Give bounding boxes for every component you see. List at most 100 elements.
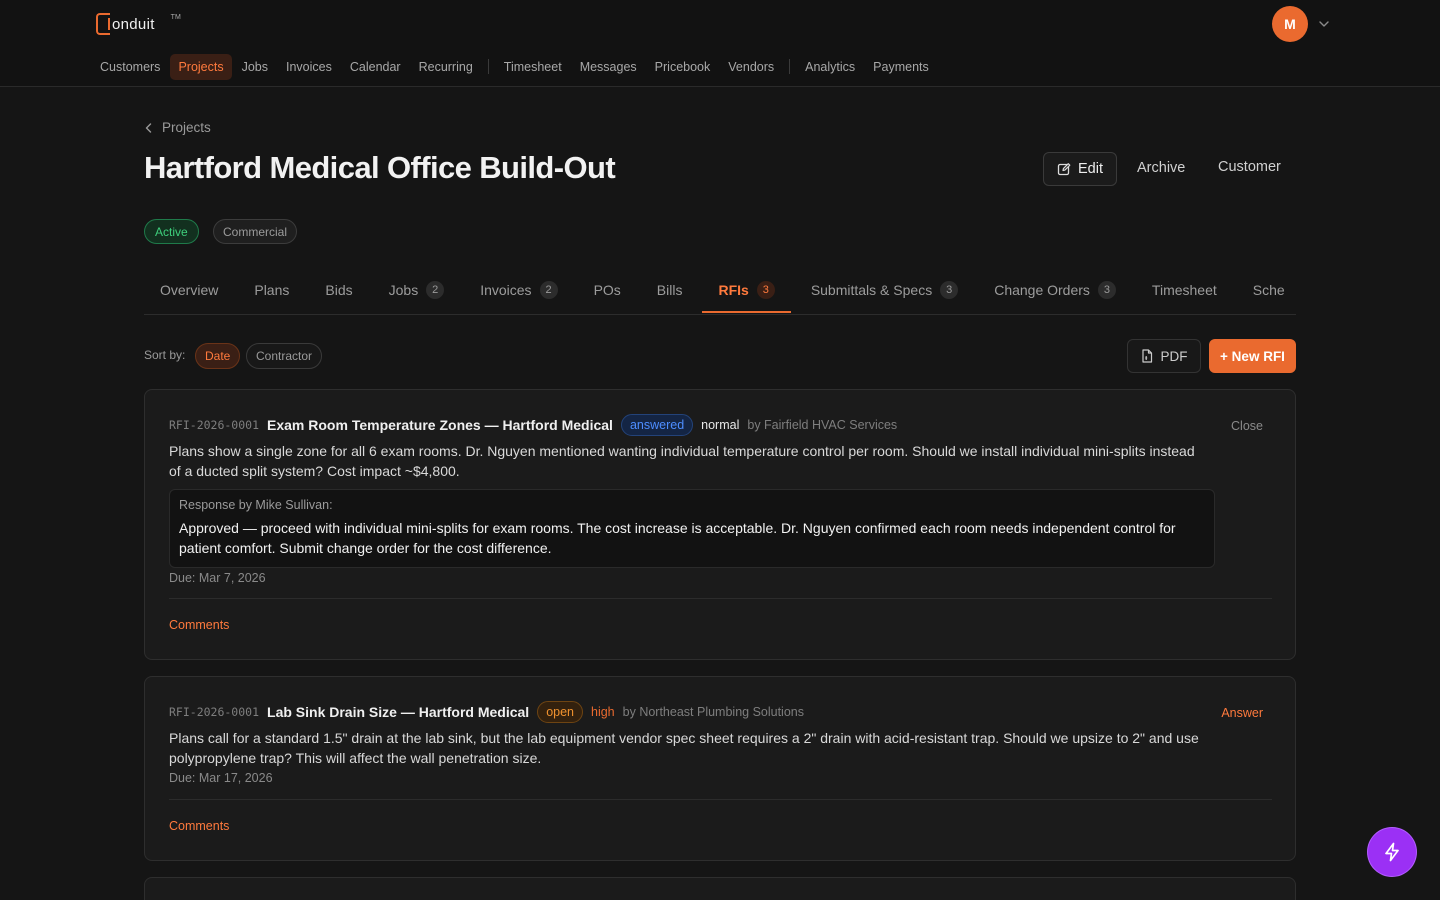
tab-label: Sche — [1252, 282, 1285, 298]
tab-timesheet[interactable]: Timesheet — [1136, 268, 1233, 312]
tab-submittals-specs[interactable]: Submittals & Specs 3 — [795, 268, 974, 312]
lightning-icon — [1385, 842, 1399, 862]
logo-trademark: TM — [170, 14, 181, 21]
nav-payments[interactable]: Payments — [865, 54, 937, 80]
tab-label: RFIs — [718, 282, 749, 298]
rfi-title[interactable]: Lab Sink Drain Size — Hartford Medical — [267, 704, 529, 720]
card-divider — [169, 799, 1272, 800]
tab-label: Overview — [160, 282, 219, 298]
tab-label: Bids — [325, 282, 353, 298]
tab-label: Jobs — [388, 282, 419, 298]
tab-bids[interactable]: Bids — [309, 268, 368, 312]
sort-by-contractor-chip[interactable]: Contractor — [246, 343, 323, 369]
close-rfi-button[interactable]: Close — [1231, 419, 1263, 433]
rfi-card: RFI-2026-0001 Lab Sink Drain Size — Hart… — [144, 676, 1296, 861]
comments-link[interactable]: Comments — [169, 618, 229, 632]
rfi-number: RFI-2026-0001 — [169, 705, 260, 719]
project-tabs: Overview Plans Bids Jobs 2 Invoices 2 POs … — [144, 268, 1296, 315]
response-text: Approved — proceed with individual mini-… — [179, 520, 1176, 556]
tab-label: Plans — [254, 282, 290, 298]
tab-label: POs — [593, 282, 621, 298]
tab-plans[interactable]: Plans — [238, 268, 305, 312]
rfi-card-header: RFI-2026-0001 Exam Room Temperature Zone… — [169, 414, 897, 436]
new-rfi-button[interactable]: + New RFI — [1209, 339, 1296, 373]
tab-count-badge: 3 — [940, 281, 959, 299]
tab-label: Change Orders — [994, 282, 1090, 298]
tab-schedule[interactable]: Sche — [1237, 268, 1296, 312]
tab-invoices[interactable]: Invoices 2 — [464, 268, 573, 312]
logo[interactable]: onduit TM — [96, 13, 181, 35]
file-icon — [1141, 349, 1152, 363]
nav-analytics[interactable]: Analytics — [797, 54, 863, 80]
page-title: Hartford Medical Office Build-Out — [144, 150, 616, 185]
tab-label: Invoices — [480, 282, 532, 298]
rfi-status-badge: answered — [620, 414, 694, 436]
rfi-priority: normal — [701, 418, 740, 432]
answer-rfi-button[interactable]: Answer — [1221, 706, 1263, 720]
sort-by-date-chip[interactable]: Date — [195, 343, 241, 369]
tab-bills[interactable]: Bills — [641, 268, 699, 312]
assistant-fab-button[interactable] — [1368, 828, 1416, 876]
edit-icon — [1057, 163, 1071, 176]
status-badge: Active — [144, 219, 199, 244]
nav-vendors[interactable]: Vendors — [720, 54, 782, 80]
rfi-card-header: RFI-2026-0001 Lab Sink Drain Size — Hart… — [169, 701, 804, 723]
nav-pricebook[interactable]: Pricebook — [647, 54, 719, 80]
rfi-card — [144, 877, 1296, 900]
tab-count-badge: 3 — [756, 281, 775, 299]
avatar[interactable]: M — [1272, 6, 1308, 42]
export-pdf-button[interactable]: PDF — [1127, 339, 1201, 373]
project-type-badge: Commercial — [213, 219, 298, 244]
rfi-due-date: Due: Mar 17, 2026 — [169, 771, 273, 785]
nav-jobs[interactable]: Jobs — [234, 54, 276, 80]
chevron-left-icon — [145, 122, 152, 133]
card-divider — [169, 598, 1272, 599]
rfi-contractor: by Northeast Plumbing Solutions — [622, 705, 804, 719]
pdf-button-label: PDF — [1160, 348, 1188, 364]
tab-pos[interactable]: POs — [578, 268, 637, 312]
back-to-projects-link[interactable]: Projects — [144, 120, 211, 135]
back-link-label: Projects — [162, 120, 211, 135]
main-nav: Customers Projects Jobs Invoices Calenda… — [92, 52, 939, 81]
top-header: onduit TM M Customers Projects Jobs Invo… — [0, 0, 1440, 87]
nav-timesheet[interactable]: Timesheet — [496, 54, 570, 80]
rfi-number: RFI-2026-0001 — [169, 418, 260, 432]
rfi-response: Response by Mike Sullivan: Approved — pr… — [169, 489, 1215, 568]
rfi-question: Plans call for a standard 1.5" drain at … — [169, 730, 1199, 766]
tab-change-orders[interactable]: Change Orders 3 — [978, 268, 1132, 312]
nav-invoices[interactable]: Invoices — [278, 54, 340, 80]
tab-count-badge: 2 — [539, 281, 558, 299]
logo-text: onduit — [112, 15, 155, 33]
nav-recurring[interactable]: Recurring — [411, 54, 481, 80]
nav-projects[interactable]: Projects — [170, 53, 232, 80]
nav-divider — [789, 59, 791, 74]
rfi-due-date: Due: Mar 7, 2026 — [169, 571, 266, 585]
archive-button[interactable]: Archive — [1137, 160, 1185, 176]
tab-label: Bills — [656, 282, 683, 298]
nav-messages[interactable]: Messages — [572, 54, 645, 80]
nav-calendar[interactable]: Calendar — [342, 54, 409, 80]
rfi-card: RFI-2026-0001 Exam Room Temperature Zone… — [144, 389, 1296, 660]
customer-button[interactable]: Customer — [1218, 159, 1281, 175]
chevron-down-icon[interactable] — [1317, 17, 1331, 31]
rfi-contractor: by Fairfield HVAC Services — [747, 418, 898, 432]
edit-button[interactable]: Edit — [1043, 152, 1117, 186]
rfi-priority: high — [591, 705, 615, 719]
comments-link[interactable]: Comments — [169, 819, 229, 833]
edit-button-label: Edit — [1078, 161, 1103, 177]
nav-customers[interactable]: Customers — [92, 54, 168, 80]
sort-label: Sort by: — [144, 348, 186, 362]
tab-jobs[interactable]: Jobs 2 — [373, 268, 461, 312]
tab-count-badge: 3 — [1097, 281, 1116, 299]
tab-rfis[interactable]: RFIs 3 — [702, 268, 792, 313]
logo-mark-icon — [96, 13, 110, 35]
rfi-title[interactable]: Exam Room Temperature Zones — Hartford M… — [267, 417, 613, 433]
tab-label: Submittals & Specs — [810, 282, 933, 298]
tab-label: Timesheet — [1151, 282, 1217, 298]
tab-count-badge: 2 — [426, 281, 445, 299]
rfi-question: Plans show a single zone for all 6 exam … — [169, 443, 1195, 479]
tab-overview[interactable]: Overview — [144, 268, 234, 312]
response-label: Response by Mike Sullivan: — [179, 498, 333, 512]
rfi-status-badge: open — [537, 701, 583, 723]
nav-divider — [487, 59, 489, 74]
